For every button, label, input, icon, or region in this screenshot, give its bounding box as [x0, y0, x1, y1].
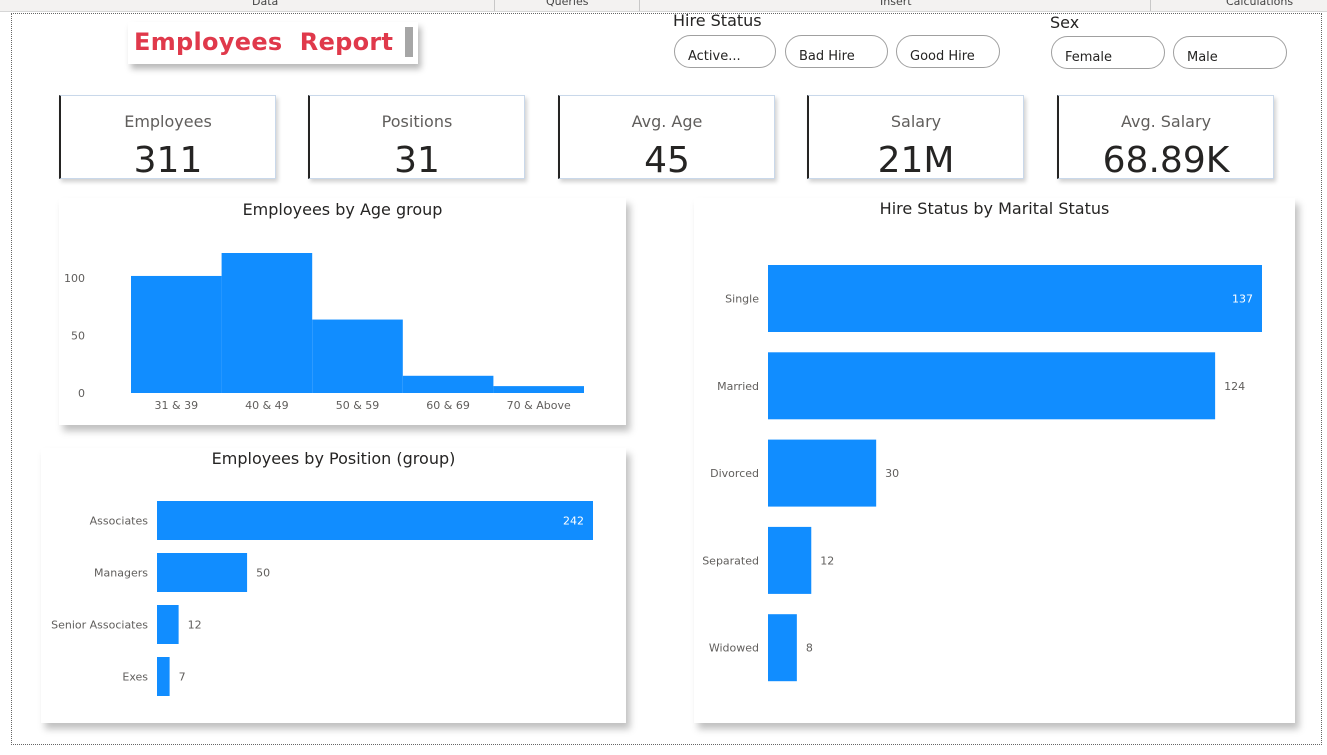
ribbon-divider: [1150, 0, 1151, 11]
x-tick-label: 31 & 39: [155, 399, 199, 412]
bar-separated[interactable]: [768, 526, 812, 594]
marital-status-chart[interactable]: Hire Status by Marital Status Single 137 M…: [694, 198, 1295, 723]
hire-status-option-active[interactable]: Active...: [674, 35, 776, 68]
data-label: 12: [188, 619, 202, 632]
position-chart[interactable]: Employees by Position (group) Associates…: [41, 448, 626, 723]
position-chart-plot: Associates 242 Managers 50 Senior Associates…: [51, 501, 593, 696]
kpi-value: 45: [644, 140, 690, 181]
bar-associates[interactable]: [157, 501, 593, 540]
report-title: Employees Report: [134, 28, 394, 56]
bar-50-59[interactable]: [312, 319, 403, 393]
data-label: 8: [806, 642, 813, 655]
age-group-chart[interactable]: Employees by Age group 0 50 100 31 & 39 40 &…: [59, 198, 626, 425]
kpi-card-salary[interactable]: Salary 21M: [807, 95, 1024, 181]
age-chart-plot: 0 50 100 31 & 39 40 & 49 50 & 59 60 & 69 70 & A…: [64, 253, 584, 412]
kpi-value: 68.89K: [1102, 140, 1230, 181]
data-label: 7: [179, 671, 186, 684]
hire-status-option-good-hire[interactable]: Good Hire: [896, 35, 1000, 68]
data-label: 124: [1224, 380, 1245, 393]
x-tick-label: 50 & 59: [336, 399, 380, 412]
title-scrollbar[interactable]: [405, 27, 413, 57]
x-tick-label: 60 & 69: [426, 399, 470, 412]
ribbon-divider: [639, 0, 640, 11]
bar-31-39[interactable]: [131, 275, 222, 393]
category-label: Single: [725, 293, 759, 306]
data-label: 137: [1232, 293, 1253, 306]
marital-chart-plot: Single 137 Married 124 Divorced 30 Separated 12…: [702, 265, 1262, 682]
kpi-label: Salary: [890, 112, 942, 131]
ribbon-divider: [494, 0, 495, 11]
kpi-label: Avg. Salary: [1120, 112, 1212, 131]
bar-divorced[interactable]: [768, 439, 877, 507]
x-tick-label: 40 & 49: [245, 399, 289, 412]
data-label: 50: [256, 567, 270, 580]
bar-senior-associates[interactable]: [157, 605, 179, 644]
hire-status-option-bad-hire[interactable]: Bad Hire: [785, 35, 888, 68]
bar-married[interactable]: [768, 352, 1216, 420]
category-label: Managers: [94, 567, 148, 580]
kpi-card-avg-age[interactable]: Avg. Age 45: [558, 95, 775, 181]
sex-option-female[interactable]: Female: [1051, 36, 1165, 69]
ribbon-tab-calculations[interactable]: Calculations: [1226, 0, 1293, 8]
sex-option-male[interactable]: Male: [1173, 36, 1287, 69]
category-label: Senior Associates: [51, 619, 148, 632]
ribbon-tab-queries[interactable]: Queries: [546, 0, 588, 8]
sex-slicer-title: Sex: [1050, 13, 1080, 32]
ribbon-tab-insert[interactable]: Insert: [880, 0, 912, 8]
ribbon-tab-data[interactable]: Data: [252, 0, 278, 8]
kpi-card-avg-salary[interactable]: Avg. Salary 68.89K: [1057, 95, 1274, 181]
y-tick-label: 100: [64, 272, 85, 285]
category-label: Widowed: [709, 642, 759, 655]
hire-status-slicer-title: Hire Status: [673, 11, 762, 30]
bar-exes[interactable]: [157, 657, 170, 696]
data-label: 12: [820, 554, 834, 567]
kpi-label: Employees: [124, 112, 212, 131]
bar-40-49[interactable]: [221, 253, 313, 393]
category-label: Exes: [122, 671, 148, 684]
kpi-label: Positions: [381, 112, 453, 131]
bar-managers[interactable]: [157, 553, 248, 592]
category-label: Associates: [90, 515, 149, 528]
bar-70-above[interactable]: [493, 386, 584, 393]
y-tick-label: 0: [78, 387, 85, 400]
kpi-value: 21M: [877, 140, 955, 181]
kpi-card-positions[interactable]: Positions 31: [308, 95, 525, 181]
data-label: 30: [885, 467, 899, 480]
ribbon-bar: Data Queries Insert Calculations: [0, 0, 1327, 12]
data-label: 242: [563, 515, 584, 528]
kpi-value: 311: [133, 140, 203, 181]
kpi-card-employees[interactable]: Employees 311: [59, 95, 276, 181]
category-label: Married: [717, 380, 759, 393]
category-label: Divorced: [710, 467, 759, 480]
kpi-label: Avg. Age: [631, 112, 703, 131]
x-tick-label: 70 & Above: [507, 399, 571, 412]
bar-60-69[interactable]: [402, 375, 494, 393]
report-title-box: Employees Report: [128, 22, 418, 64]
kpi-value: 31: [394, 140, 440, 181]
bar-single[interactable]: [768, 265, 1262, 332]
category-label: Separated: [702, 554, 759, 567]
y-tick-label: 50: [71, 330, 85, 343]
bar-widowed[interactable]: [768, 614, 797, 682]
